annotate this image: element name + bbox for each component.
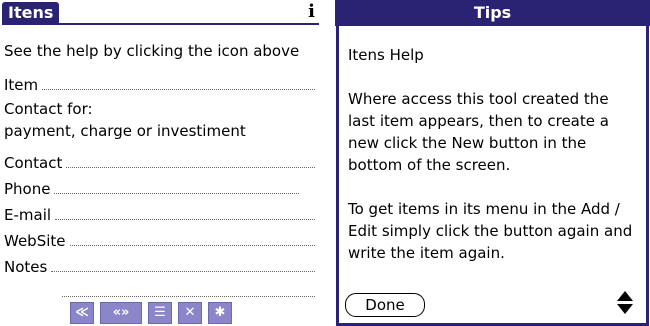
notes-field[interactable] xyxy=(51,257,315,272)
screen-title[interactable]: Itens xyxy=(2,2,60,24)
contact-row: Contact xyxy=(4,150,315,172)
bottom-toolbar: ≪ «» ☰ ✕ ✱ xyxy=(70,302,232,324)
prev-next-icon[interactable]: «» xyxy=(100,302,142,324)
info-icon[interactable]: i xyxy=(308,2,315,22)
delete-icon[interactable]: ✕ xyxy=(178,302,202,324)
snowflake-icon[interactable]: ✱ xyxy=(208,302,232,324)
done-button[interactable]: Done xyxy=(345,293,425,317)
help-hint: See the help by clicking the icon above xyxy=(4,42,300,60)
website-label: WebSite xyxy=(4,232,66,250)
contact-for-label: Contact for: xyxy=(4,100,93,118)
phone-label: Phone xyxy=(4,180,51,198)
itens-screen: Itens i See the help by clicking the ico… xyxy=(0,0,323,326)
title-underline xyxy=(2,23,319,25)
tips-body: Itens Help Where access this tool create… xyxy=(348,44,638,286)
scroll-down-icon[interactable] xyxy=(617,304,633,314)
contact-field[interactable] xyxy=(66,153,315,168)
tips-dialog: Tips Itens Help Where access this tool c… xyxy=(335,0,650,326)
tips-paragraph-2: To get items in its menu in the Add / Ed… xyxy=(348,200,633,262)
contact-label: Contact xyxy=(4,154,63,172)
first-record-icon[interactable]: ≪ xyxy=(70,302,94,324)
item-field[interactable] xyxy=(42,75,315,90)
email-row: E-mail xyxy=(4,202,315,224)
scroll-up-icon[interactable] xyxy=(617,291,633,301)
email-field[interactable] xyxy=(55,205,315,220)
notes-label: Notes xyxy=(4,258,48,276)
email-label: E-mail xyxy=(4,206,52,224)
filter-icon[interactable]: ☰ xyxy=(148,302,172,324)
scroll-arrows[interactable] xyxy=(614,289,636,319)
contact-for-types: payment, charge or investiment xyxy=(4,122,246,140)
dialog-title: Tips xyxy=(335,0,650,26)
phone-row: Phone xyxy=(4,176,299,198)
item-label: Item xyxy=(4,76,39,94)
notes-field-line2[interactable] xyxy=(62,296,315,297)
tips-heading: Itens Help xyxy=(348,46,424,64)
website-row: WebSite xyxy=(4,228,315,250)
item-row: Item xyxy=(4,72,315,94)
notes-row: Notes xyxy=(4,254,315,276)
website-field[interactable] xyxy=(69,231,315,246)
tips-paragraph-1: Where access this tool created the last … xyxy=(348,90,609,174)
title-bar: Itens i xyxy=(0,0,323,26)
phone-field[interactable] xyxy=(54,179,299,194)
